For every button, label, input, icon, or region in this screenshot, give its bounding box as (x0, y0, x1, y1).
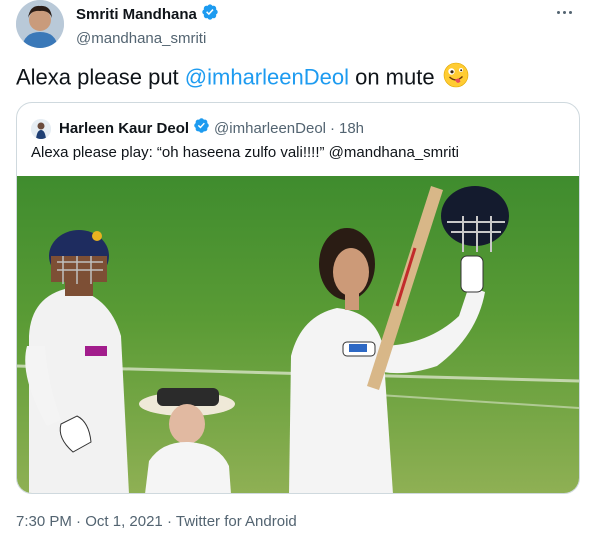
zany-face-emoji-icon (443, 62, 469, 95)
verified-badge-icon (201, 3, 219, 27)
quoted-author-name[interactable]: Harleen Kaur Deol (59, 119, 189, 139)
quoted-author-avatar[interactable] (31, 118, 51, 139)
tweet-mention-link[interactable]: @imharleenDeol (185, 64, 349, 89)
quoted-tweet-photo[interactable] (17, 176, 579, 493)
more-options-icon[interactable] (552, 4, 576, 20)
more-dot (568, 10, 572, 14)
tweet-footer: 7:30 PM · Oct 1, 2021 · Twitter for Andr… (16, 512, 297, 532)
footer-separator: · (166, 513, 172, 530)
verified-badge-icon (193, 117, 210, 140)
tweet-text: Alexa please put @imharleenDeol on mute (16, 62, 469, 95)
tweet-date[interactable]: Oct 1, 2021 (85, 513, 163, 530)
tweet-text-before: Alexa please put (16, 64, 185, 90)
author-name[interactable]: Smriti Mandhana (76, 5, 197, 25)
more-dot (562, 10, 566, 14)
quoted-separator: · (330, 119, 335, 137)
quoted-tweet-text: Alexa please play: “oh haseena zulfo val… (31, 144, 459, 161)
quoted-timestamp[interactable]: 18h (339, 119, 364, 139)
tweet-source[interactable]: Twitter for Android (176, 513, 297, 530)
quoted-author-handle[interactable]: @imharleenDeol (214, 119, 326, 139)
footer-separator: · (76, 513, 82, 530)
author-avatar[interactable] (16, 0, 64, 48)
tweet-time[interactable]: 7:30 PM (16, 513, 72, 530)
more-dot (556, 10, 560, 14)
quoted-tweet-card[interactable]: Harleen Kaur Deol @imharleenDeol · 18h A… (16, 102, 580, 494)
tweet-text-after: on mute (348, 64, 435, 90)
quoted-tweet-header: Harleen Kaur Deol @imharleenDeol · 18h (31, 117, 364, 140)
author-handle[interactable]: @mandhana_smriti (76, 29, 219, 49)
tweet-author: Smriti Mandhana @mandhana_smriti (76, 3, 219, 49)
